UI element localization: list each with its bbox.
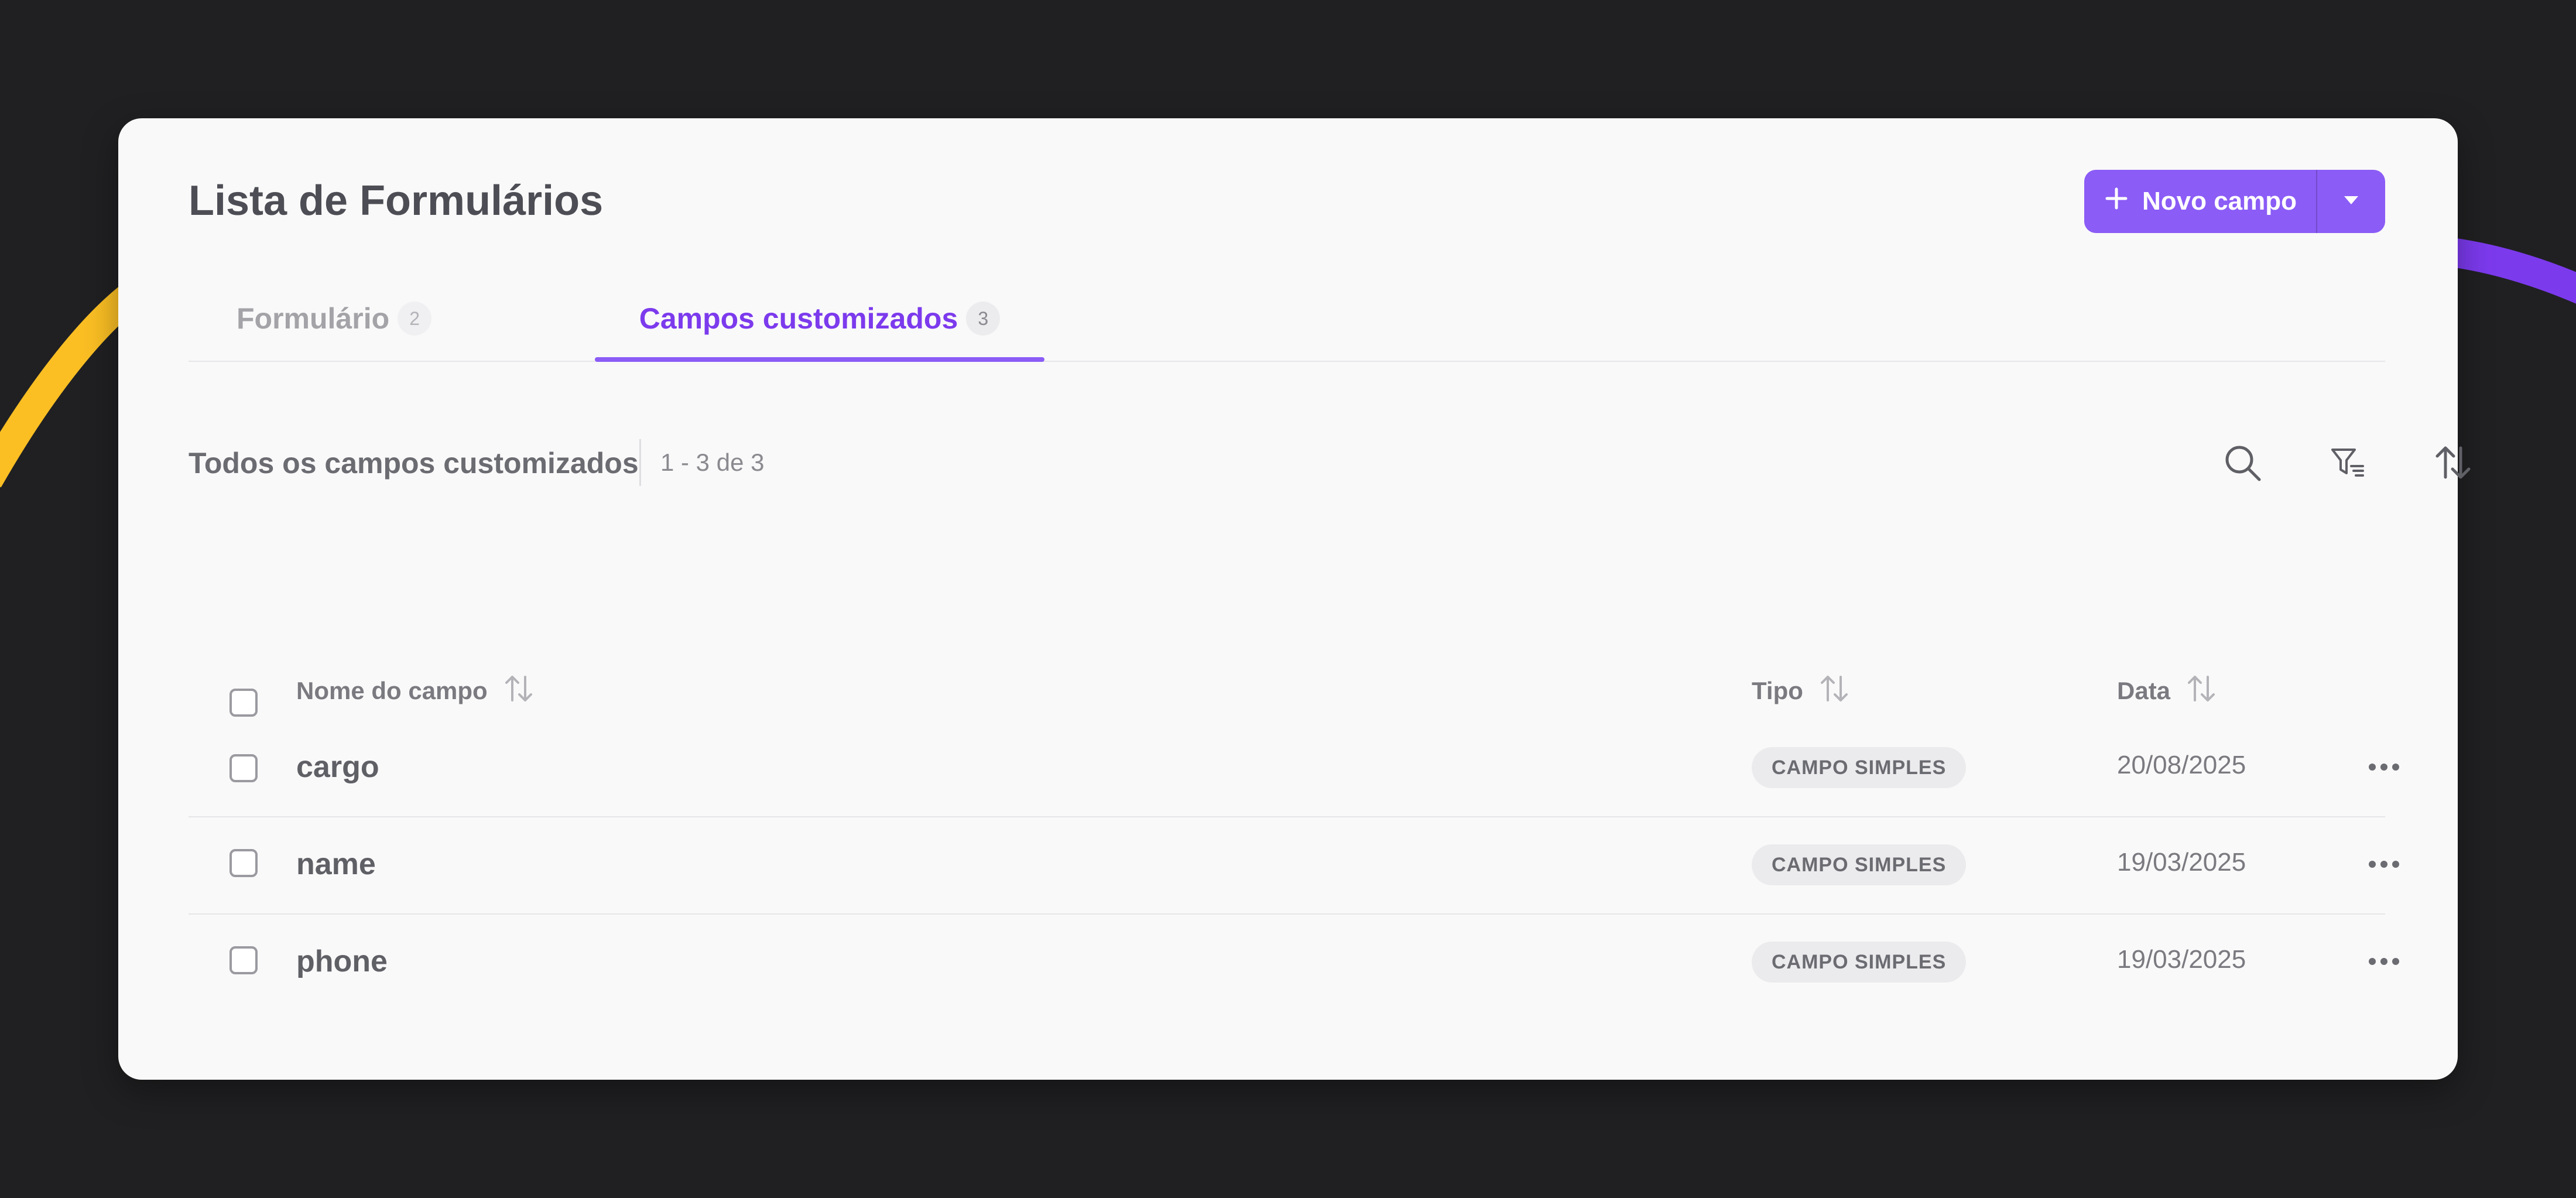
- column-header-date[interactable]: Data: [2117, 673, 2218, 708]
- sort-button[interactable]: [2430, 440, 2476, 487]
- tab-campos-customizados[interactable]: Campos customizados 3: [595, 276, 1044, 361]
- search-button[interactable]: [2219, 440, 2266, 487]
- table-row[interactable]: phone CAMPO SIMPLES 19/03/2025: [189, 915, 2399, 1011]
- row-checkbox[interactable]: [229, 849, 258, 877]
- table-row[interactable]: cargo CAMPO SIMPLES 20/08/2025: [189, 720, 2399, 817]
- column-label: Data: [2117, 677, 2171, 704]
- section-title: Todos os campos customizados: [189, 447, 639, 480]
- sort-arrows-icon: [1818, 673, 1851, 708]
- search-icon: [2222, 442, 2263, 486]
- tab-formulario[interactable]: Formulário 2: [237, 276, 432, 361]
- column-label: Tipo: [1752, 677, 1803, 704]
- row-actions-button[interactable]: [2361, 745, 2407, 792]
- field-type-badge: CAMPO SIMPLES: [1752, 844, 1967, 885]
- column-header-name[interactable]: Nome do campo: [296, 673, 536, 708]
- row-checkbox[interactable]: [229, 754, 258, 782]
- tab-label: Campos customizados: [639, 302, 958, 335]
- more-horizontal-icon: [2368, 957, 2400, 969]
- new-field-options-button[interactable]: [2317, 170, 2385, 233]
- new-field-split-button: Novo campo: [2084, 170, 2385, 233]
- filter-button[interactable]: [2324, 440, 2371, 487]
- select-all-checkbox[interactable]: [229, 689, 258, 717]
- tab-bar: Formulário 2 Campos customizados 3: [189, 276, 2385, 362]
- section-divider: [639, 439, 641, 486]
- new-field-button[interactable]: Novo campo: [2084, 170, 2316, 233]
- field-date: 20/08/2025: [2117, 751, 2246, 779]
- section-header: Todos os campos customizados 1 - 3 de 3: [189, 434, 2471, 491]
- column-header-type[interactable]: Tipo: [1752, 673, 1851, 708]
- filter-icon: [2329, 444, 2366, 484]
- row-actions-button[interactable]: [2361, 842, 2407, 889]
- more-horizontal-icon: [2368, 762, 2400, 775]
- field-name: phone: [296, 944, 388, 978]
- field-type-badge: CAMPO SIMPLES: [1752, 942, 1967, 983]
- more-horizontal-icon: [2368, 860, 2400, 872]
- tab-count-badge: 2: [398, 302, 432, 336]
- caret-down-icon: [2342, 194, 2360, 209]
- row-checkbox[interactable]: [229, 946, 258, 974]
- field-type-badge: CAMPO SIMPLES: [1752, 747, 1967, 788]
- field-date: 19/03/2025: [2117, 848, 2246, 877]
- purple-arc-decoration: [2445, 237, 2576, 304]
- forms-card: Lista de Formulários Novo campo Formulár…: [118, 118, 2471, 1080]
- sort-icon: [2433, 442, 2474, 486]
- field-date: 19/03/2025: [2117, 945, 2246, 974]
- field-name: cargo: [296, 750, 379, 784]
- tab-label: Formulário: [237, 302, 390, 335]
- new-field-button-label: Novo campo: [2142, 187, 2297, 215]
- result-range: 1 - 3 de 3: [660, 449, 765, 476]
- column-label: Nome do campo: [296, 677, 488, 704]
- sort-arrows-icon: [2186, 673, 2218, 708]
- row-actions-button[interactable]: [2361, 939, 2407, 986]
- tab-count-badge: 3: [966, 302, 1001, 336]
- field-name: name: [296, 847, 376, 881]
- sort-arrows-icon: [503, 673, 536, 708]
- page-title: Lista de Formulários: [189, 177, 604, 224]
- table-header: Nome do campo Tipo Data: [189, 662, 2385, 720]
- yellow-arc-decoration: [0, 281, 144, 488]
- plus-icon: [2104, 186, 2129, 218]
- active-tab-indicator: [595, 357, 1044, 362]
- table-row[interactable]: name CAMPO SIMPLES 19/03/2025: [189, 817, 2399, 915]
